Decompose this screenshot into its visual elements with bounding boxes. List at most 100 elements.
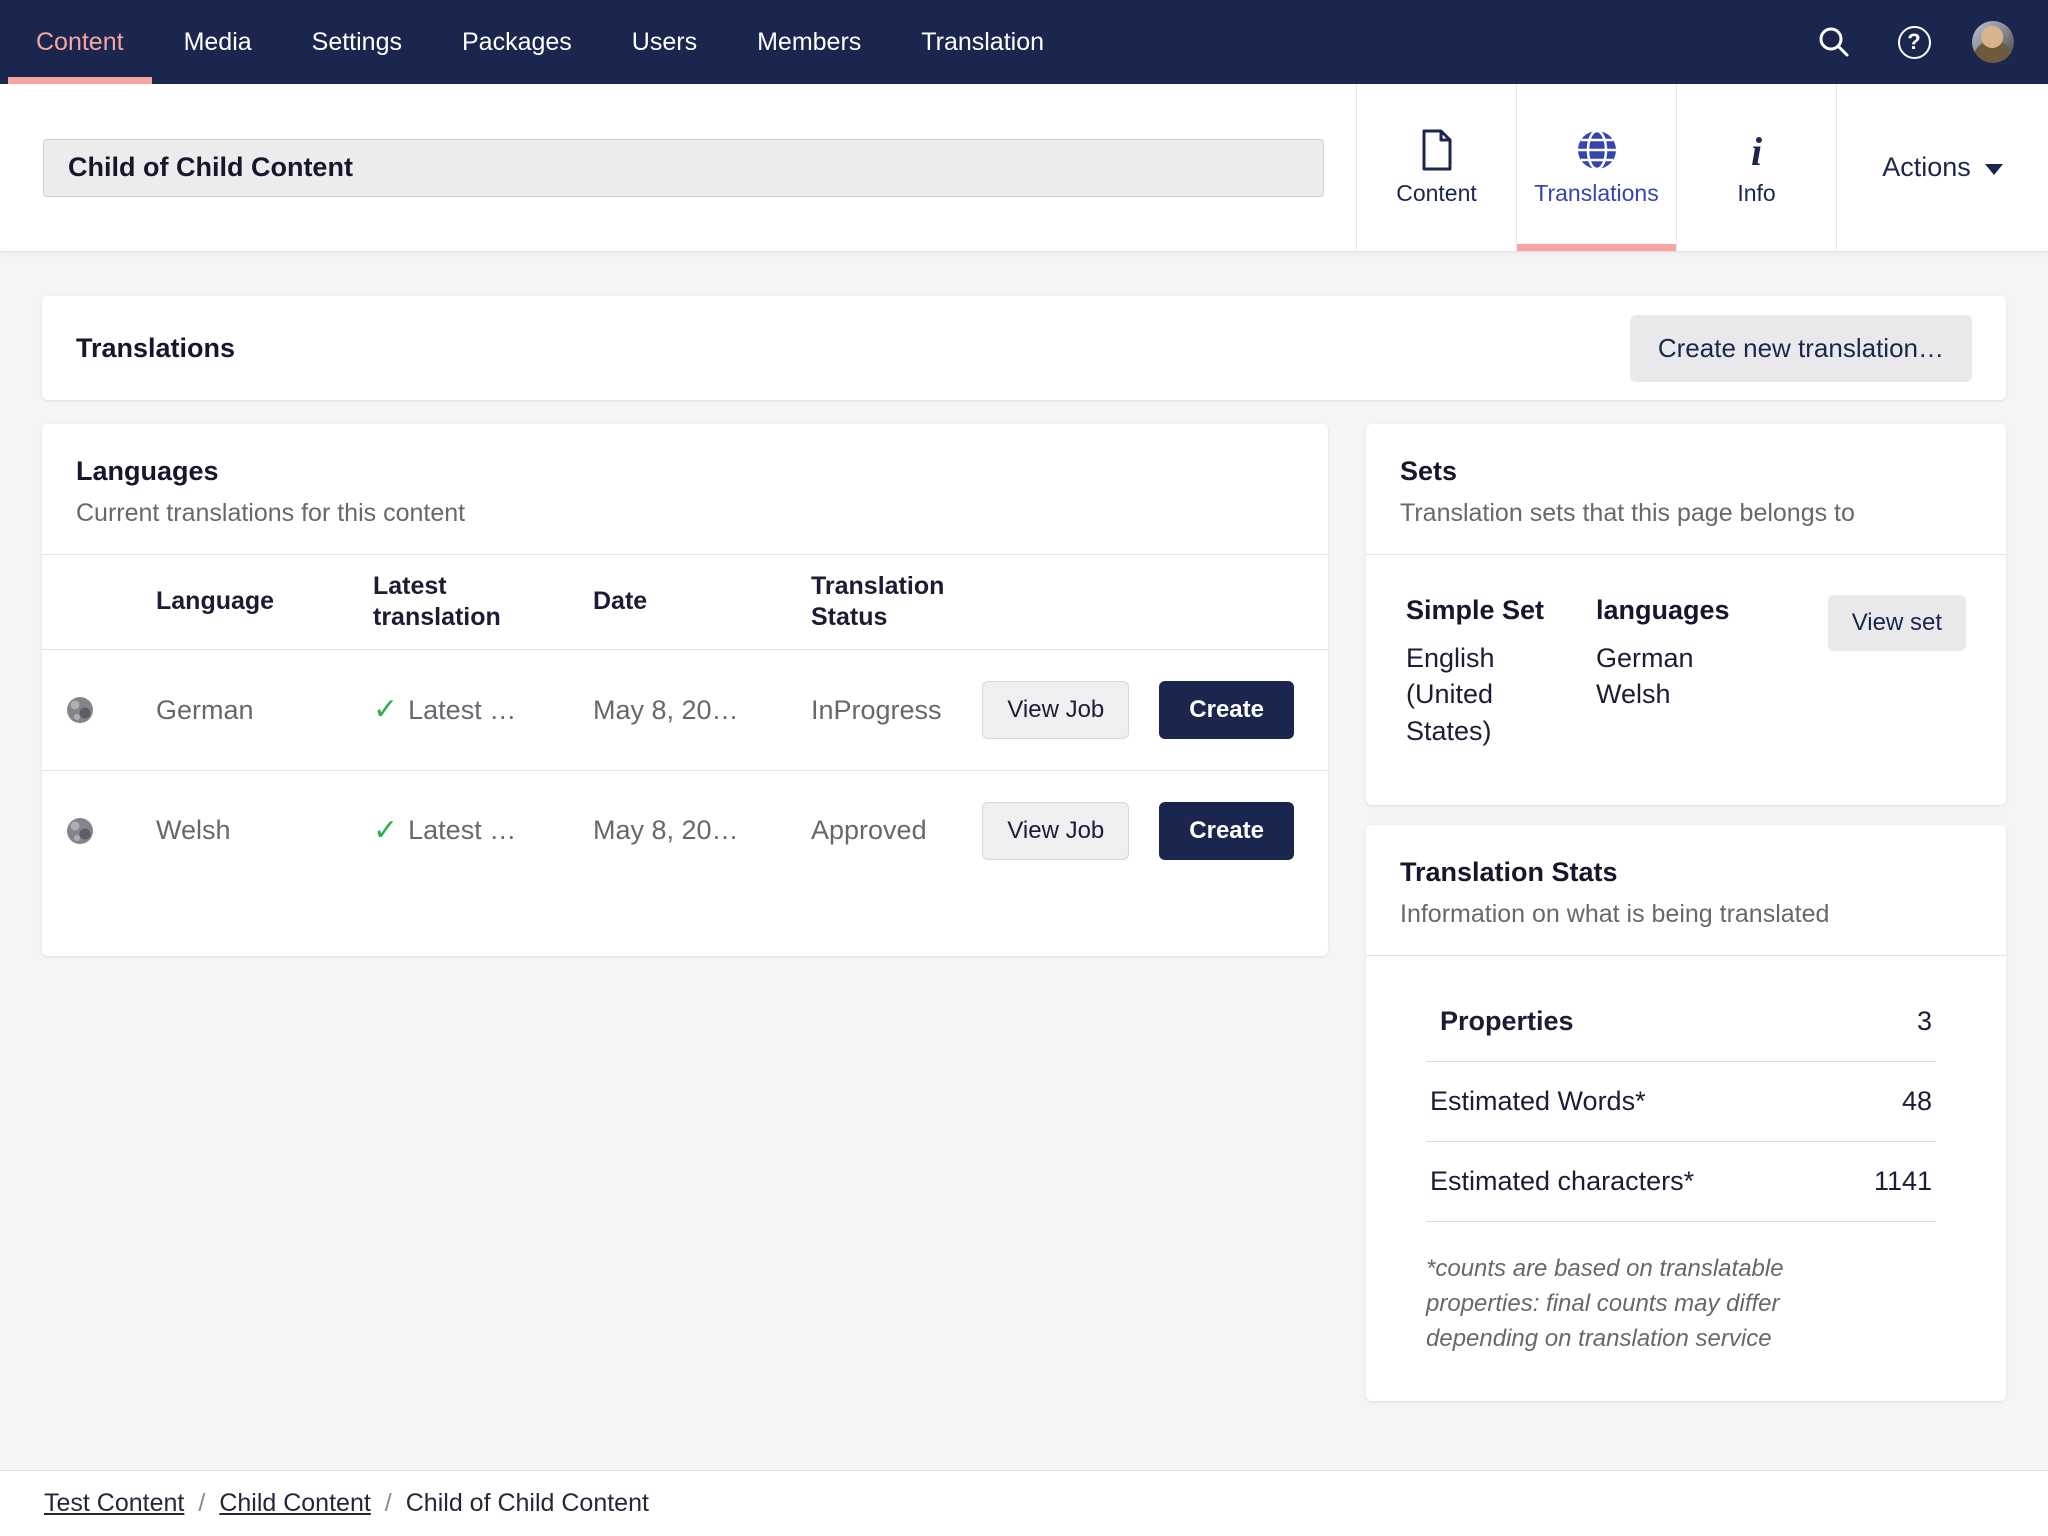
stats-title: Translation Stats: [1400, 857, 1972, 888]
language-name: Welsh: [156, 815, 373, 846]
tab-translations[interactable]: Translations: [1516, 84, 1676, 251]
chevron-down-icon: [1985, 164, 2003, 175]
languages-table-header: Language Latest translation Date Transla…: [42, 554, 1328, 650]
editor-tabs: Content Translations i: [1356, 84, 2048, 251]
breadcrumb-separator: /: [198, 1489, 205, 1518]
stats-footnote: *counts are based on translatable proper…: [1426, 1252, 1806, 1356]
nav-item-translation[interactable]: Translation: [891, 0, 1074, 84]
translation-status: InProgress: [811, 695, 982, 726]
sets-card: Sets Translation sets that this page bel…: [1366, 424, 2006, 805]
view-job-button[interactable]: View Job: [982, 681, 1129, 739]
divider: [1366, 955, 2006, 956]
stats-label: Properties: [1430, 1006, 1574, 1037]
nav-item-members[interactable]: Members: [727, 0, 891, 84]
language-name: German: [156, 695, 373, 726]
table-row: German ✓ Latest … May 8, 20… InProgress …: [42, 650, 1328, 770]
tab-translations-label: Translations: [1534, 180, 1658, 207]
breadcrumb-link-test-content[interactable]: Test Content: [44, 1489, 184, 1518]
set-name: Simple Set: [1406, 595, 1554, 626]
app-root: Content Media Settings Packages Users Me…: [0, 0, 2048, 1536]
top-nav: Content Media Settings Packages Users Me…: [0, 0, 2048, 84]
tab-info-label: Info: [1737, 180, 1775, 207]
set-language-value: German: [1596, 640, 1756, 676]
stats-card-head: Translation Stats Information on what is…: [1366, 825, 2006, 955]
row-globe-icon: [64, 815, 156, 847]
set-languages-column: languages German Welsh: [1596, 595, 1756, 713]
column-header-latest-translation: Latest translation: [373, 557, 563, 648]
nav-item-users[interactable]: Users: [602, 0, 727, 84]
main-content: Translations Create new translation… Lan…: [0, 252, 2048, 1470]
latest-translation-text: Latest …: [408, 815, 516, 846]
set-value: English (United States): [1406, 640, 1554, 749]
set-column: Simple Set English (United States): [1406, 595, 1554, 749]
breadcrumb: Test Content / Child Content / Child of …: [0, 1470, 2048, 1536]
latest-translation-cell: ✓ Latest …: [373, 815, 593, 846]
editor-header: Content Translations i: [0, 84, 2048, 252]
set-languages-label: languages: [1596, 595, 1756, 626]
content-columns: Languages Current translations for this …: [42, 424, 2006, 1401]
sets-subtitle: Translation sets that this page belongs …: [1400, 499, 1972, 528]
question-mark-glyph: ?: [1898, 26, 1931, 59]
languages-subtitle: Current translations for this content: [76, 499, 1294, 528]
stats-row: Estimated characters* 1141: [1426, 1142, 1936, 1222]
row-globe-icon: [64, 694, 156, 726]
table-row: Welsh ✓ Latest … May 8, 20… Approved Vie…: [42, 770, 1328, 890]
translation-date: May 8, 20…: [593, 695, 811, 726]
translation-status: Approved: [811, 815, 982, 846]
languages-card-head: Languages Current translations for this …: [42, 424, 1328, 554]
translation-date: May 8, 20…: [593, 815, 811, 846]
create-button[interactable]: Create: [1159, 802, 1294, 860]
sets-card-head: Sets Translation sets that this page bel…: [1366, 424, 2006, 554]
translations-panel-header: Translations Create new translation…: [42, 296, 2006, 400]
latest-translation-cell: ✓ Latest …: [373, 695, 593, 726]
breadcrumb-current: Child of Child Content: [406, 1489, 649, 1518]
stats-value: 48: [1902, 1086, 1932, 1117]
stats-value: 1141: [1874, 1166, 1932, 1197]
column-header-language: Language: [156, 572, 346, 631]
languages-title: Languages: [76, 456, 1294, 487]
search-icon[interactable]: [1812, 20, 1856, 64]
nav-item-settings[interactable]: Settings: [282, 0, 432, 84]
actions-label: Actions: [1882, 152, 1971, 183]
create-button[interactable]: Create: [1159, 681, 1294, 739]
set-language-value: Welsh: [1596, 676, 1756, 712]
view-set-button[interactable]: View set: [1828, 595, 1966, 651]
title-wrap: [0, 84, 1356, 251]
tab-content-label: Content: [1396, 180, 1477, 207]
nav-item-media[interactable]: Media: [154, 0, 282, 84]
top-nav-right: ?: [1812, 0, 2048, 84]
languages-card: Languages Current translations for this …: [42, 424, 1328, 956]
help-icon[interactable]: ?: [1892, 20, 1936, 64]
translation-stats-card: Translation Stats Information on what is…: [1366, 825, 2006, 1400]
breadcrumb-separator: /: [385, 1489, 392, 1518]
nav-item-content[interactable]: Content: [6, 0, 154, 84]
info-icon: i: [1751, 128, 1762, 172]
right-column: Sets Translation sets that this page bel…: [1366, 424, 2006, 1401]
column-header-translation-status: Translation Status: [811, 557, 1001, 648]
check-icon: ✓: [373, 695, 398, 725]
column-header-date: Date: [593, 572, 783, 631]
document-icon: [1419, 128, 1455, 172]
translations-panel-title: Translations: [76, 333, 235, 364]
tab-content[interactable]: Content: [1356, 84, 1516, 251]
stats-subtitle: Information on what is being translated: [1400, 900, 1972, 929]
actions-dropdown[interactable]: Actions: [1836, 84, 2048, 251]
stats-value: 3: [1917, 1006, 1932, 1037]
check-icon: ✓: [373, 816, 398, 846]
stats-rows: Properties 3 Estimated Words* 48 Estimat…: [1426, 982, 1936, 1222]
tab-info[interactable]: i Info: [1676, 84, 1836, 251]
globe-icon: [1575, 128, 1619, 172]
user-avatar[interactable]: [1972, 21, 2014, 63]
sets-body: Simple Set English (United States) langu…: [1366, 555, 2006, 805]
stats-label: Estimated Words*: [1430, 1086, 1646, 1117]
view-job-button[interactable]: View Job: [982, 802, 1129, 860]
create-new-translation-button[interactable]: Create new translation…: [1630, 315, 1972, 382]
nav-item-packages[interactable]: Packages: [432, 0, 602, 84]
latest-translation-text: Latest …: [408, 695, 516, 726]
breadcrumb-link-child-content[interactable]: Child Content: [219, 1489, 370, 1518]
top-nav-items: Content Media Settings Packages Users Me…: [0, 0, 1074, 84]
stats-label: Estimated characters*: [1430, 1166, 1694, 1197]
stats-row: Properties 3: [1426, 982, 1936, 1062]
stats-row: Estimated Words* 48: [1426, 1062, 1936, 1142]
content-title-input[interactable]: [43, 139, 1324, 197]
